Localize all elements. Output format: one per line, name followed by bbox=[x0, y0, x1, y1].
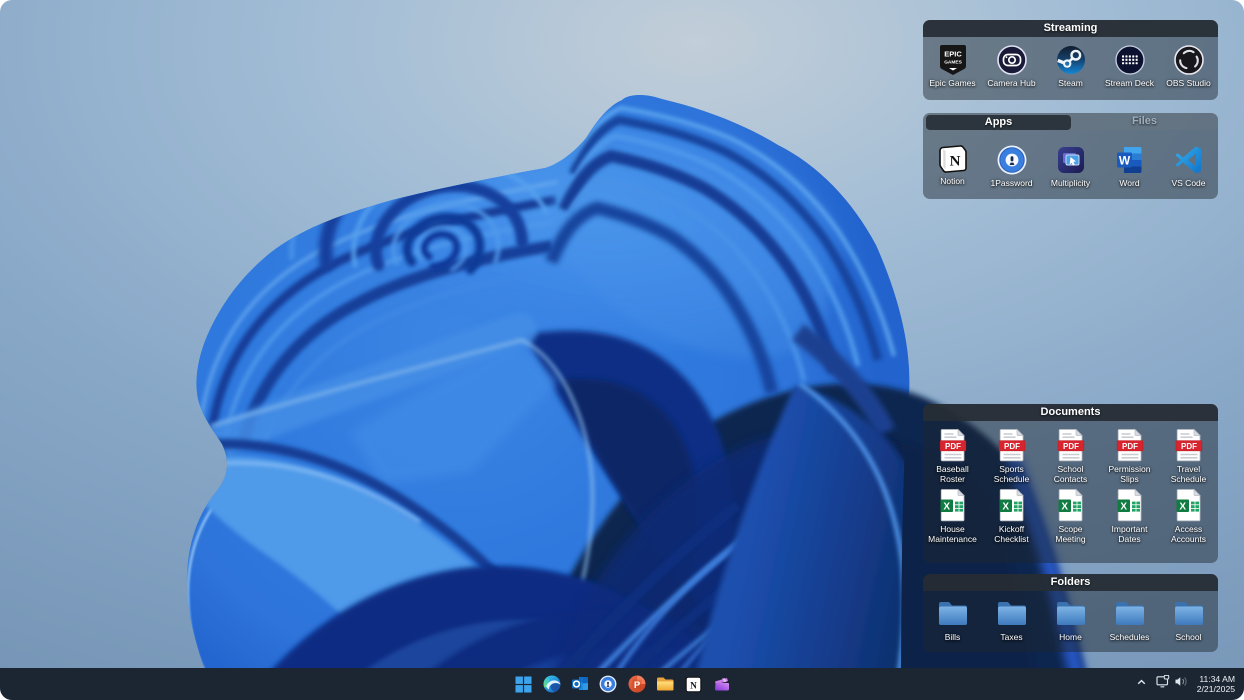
svg-text:N: N bbox=[690, 680, 697, 690]
svg-text:PDF: PDF bbox=[945, 442, 961, 451]
svg-text:PDF: PDF bbox=[1004, 442, 1020, 451]
svg-text:N: N bbox=[949, 154, 960, 170]
svg-text:EPIC: EPIC bbox=[944, 50, 962, 59]
svg-text:X: X bbox=[1179, 502, 1186, 513]
svg-text:W: W bbox=[1118, 154, 1130, 168]
svg-text:X: X bbox=[1120, 502, 1127, 513]
svg-text:GAMES: GAMES bbox=[944, 60, 962, 66]
svg-text:PDF: PDF bbox=[1181, 442, 1197, 451]
svg-text:X: X bbox=[1002, 502, 1009, 513]
svg-text:X: X bbox=[943, 502, 950, 513]
svg-text:X: X bbox=[1061, 502, 1068, 513]
svg-text:PDF: PDF bbox=[1122, 442, 1138, 451]
svg-text:PDF: PDF bbox=[1063, 442, 1079, 451]
svg-text:P: P bbox=[634, 680, 641, 691]
